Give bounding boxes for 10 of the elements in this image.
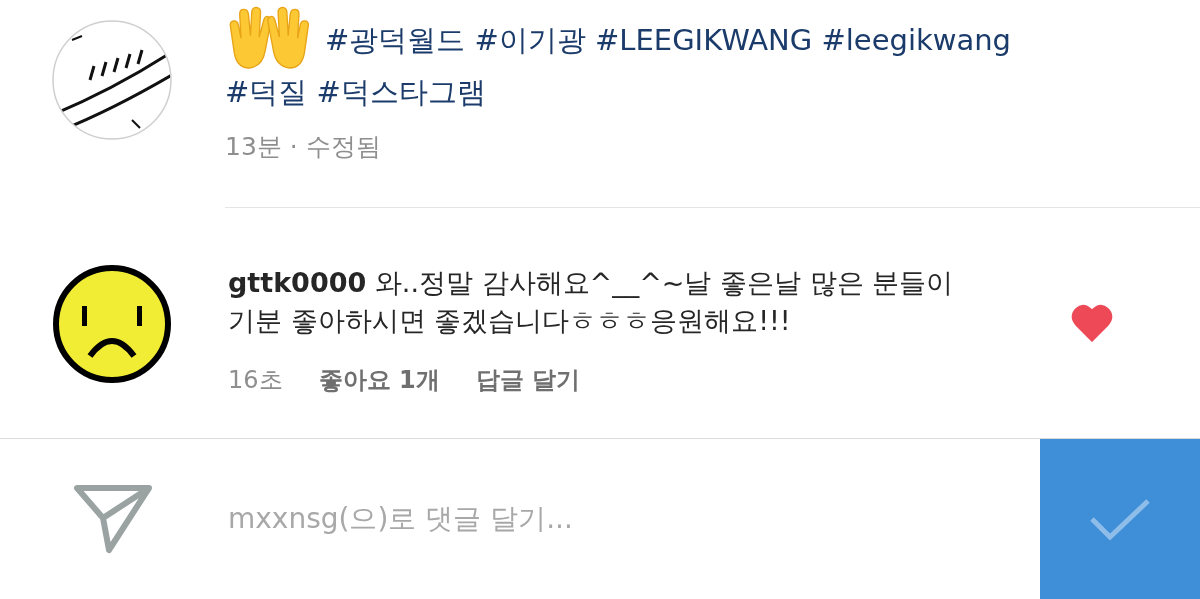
heart-icon[interactable] <box>1071 304 1113 343</box>
send-icon[interactable] <box>73 484 153 554</box>
comment-time: 16초 <box>228 365 283 397</box>
comment-text: gttk0000 와..정말 감사해요^__^~날 좋은날 많은 분들이 기분 좋아하시면 좋겠습니다ㅎㅎㅎ응원해요!!! <box>228 266 955 339</box>
post-time: 13분 · 수정됨 <box>225 131 382 163</box>
hashtag-line: #덕질 #덕스타그램 <box>225 74 487 111</box>
reply-link[interactable]: 답글 달기 <box>475 362 580 399</box>
likes-link[interactable]: 좋아요 1개 <box>318 362 440 399</box>
hashtag-line: #광덕월드 #이기광 #LEEGIKWANG #leegikwang <box>325 22 1012 59</box>
comment-input[interactable]: mxxnsg(으)로 댓글 달기... <box>228 498 1040 540</box>
